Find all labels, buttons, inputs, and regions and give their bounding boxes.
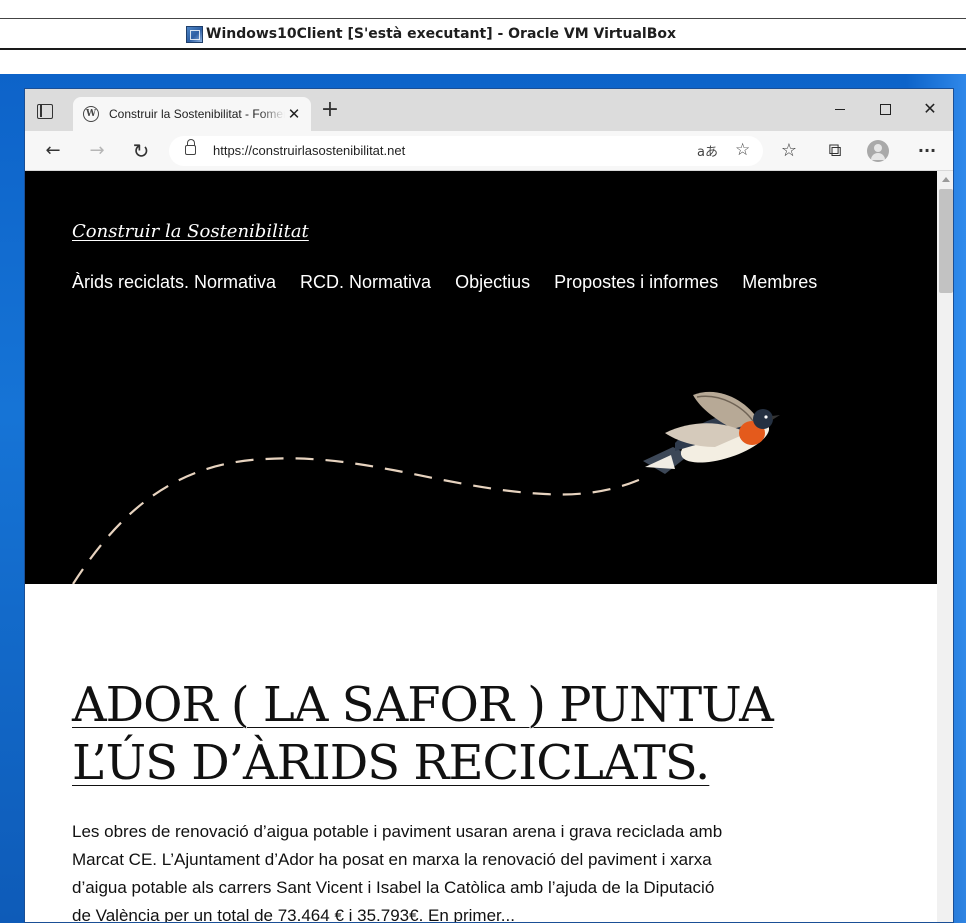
nav-item-propostes-informes[interactable]: Propostes i informes: [554, 272, 718, 293]
new-tab-icon[interactable]: +: [319, 99, 341, 122]
nav-item-rcd-normativa[interactable]: RCD. Normativa: [300, 272, 431, 293]
tab-strip: W Construir la Sostenibilitat - Fomentem…: [25, 89, 953, 131]
post-title-link[interactable]: ADOR ( LA SAFOR ) PUNTUA L’ÚS D’ÀRIDS RE…: [72, 677, 774, 791]
post-title: ADOR ( LA SAFOR ) PUNTUA L’ÚS D’ÀRIDS RE…: [72, 676, 832, 792]
minimize-button[interactable]: [825, 97, 855, 121]
close-tab-icon[interactable]: ✕: [285, 105, 303, 123]
virtualbox-title-text: Windows10Client [S'està executant] - Ora…: [206, 26, 677, 42]
more-options-icon[interactable]: ···: [915, 139, 939, 163]
virtualbox-menu-gap: [0, 52, 966, 74]
wordpress-icon: W: [83, 106, 99, 122]
reload-icon[interactable]: ↻: [129, 139, 153, 163]
favorites-icon[interactable]: ☆: [777, 139, 801, 163]
browser-toolbar: ← → ↻ https://construirlasostenibilitat.…: [25, 131, 953, 171]
site-header: Construir la Sostenibilitat Àrids recicl…: [25, 171, 937, 584]
post-excerpt: Les obres de renovació d’aigua potable i…: [72, 822, 723, 923]
tab-actions-icon[interactable]: [37, 104, 53, 119]
tab-active[interactable]: W Construir la Sostenibilitat - Fomentem…: [73, 97, 311, 131]
forward-arrow-icon[interactable]: →: [85, 139, 109, 163]
flight-path: [72, 457, 646, 584]
add-favorite-star-icon[interactable]: ☆: [735, 140, 750, 160]
page-scrollbar[interactable]: [937, 171, 953, 922]
nav-item-arids-reciclats[interactable]: Àrids reciclats. Normativa: [72, 272, 276, 293]
virtualbox-title-bar: Windows10Client [S'està executant] - Ora…: [0, 0, 966, 50]
close-window-button[interactable]: ✕: [915, 97, 945, 121]
site-title-link[interactable]: Construir la Sostenibilitat: [72, 221, 309, 242]
primary-navigation: Àrids reciclats. Normativa RCD. Normativ…: [72, 272, 817, 293]
url-text[interactable]: https://construirlasostenibilitat.net: [213, 143, 405, 158]
post-content: ADOR ( LA SAFOR ) PUNTUA L’ÚS D’ÀRIDS RE…: [25, 584, 937, 923]
read-aloud-icon[interactable]: aあ: [697, 141, 718, 160]
scroll-thumb[interactable]: [939, 189, 953, 293]
back-arrow-icon[interactable]: ←: [41, 139, 65, 163]
tab-title: Construir la Sostenibilitat - Fomentem l…: [109, 107, 285, 121]
title-bar-divider: [0, 18, 966, 19]
nav-item-objectius[interactable]: Objectius: [455, 272, 530, 293]
maximize-button[interactable]: [870, 97, 900, 121]
edge-browser-window: W Construir la Sostenibilitat - Fomentem…: [24, 88, 954, 923]
lock-icon[interactable]: [185, 139, 196, 155]
collections-icon[interactable]: ⧉: [823, 139, 847, 163]
virtualbox-window-title: Windows10Client [S'està executant] - Ora…: [186, 24, 676, 44]
profile-avatar[interactable]: [867, 140, 889, 162]
web-page: Construir la Sostenibilitat Àrids recicl…: [25, 171, 937, 923]
address-bar[interactable]: https://construirlasostenibilitat.net aあ…: [169, 136, 763, 166]
scroll-up-arrow-icon[interactable]: [942, 177, 950, 182]
virtualbox-icon: [186, 25, 203, 43]
nav-item-membres[interactable]: Membres: [742, 272, 817, 293]
bird-illustration: [643, 391, 780, 474]
